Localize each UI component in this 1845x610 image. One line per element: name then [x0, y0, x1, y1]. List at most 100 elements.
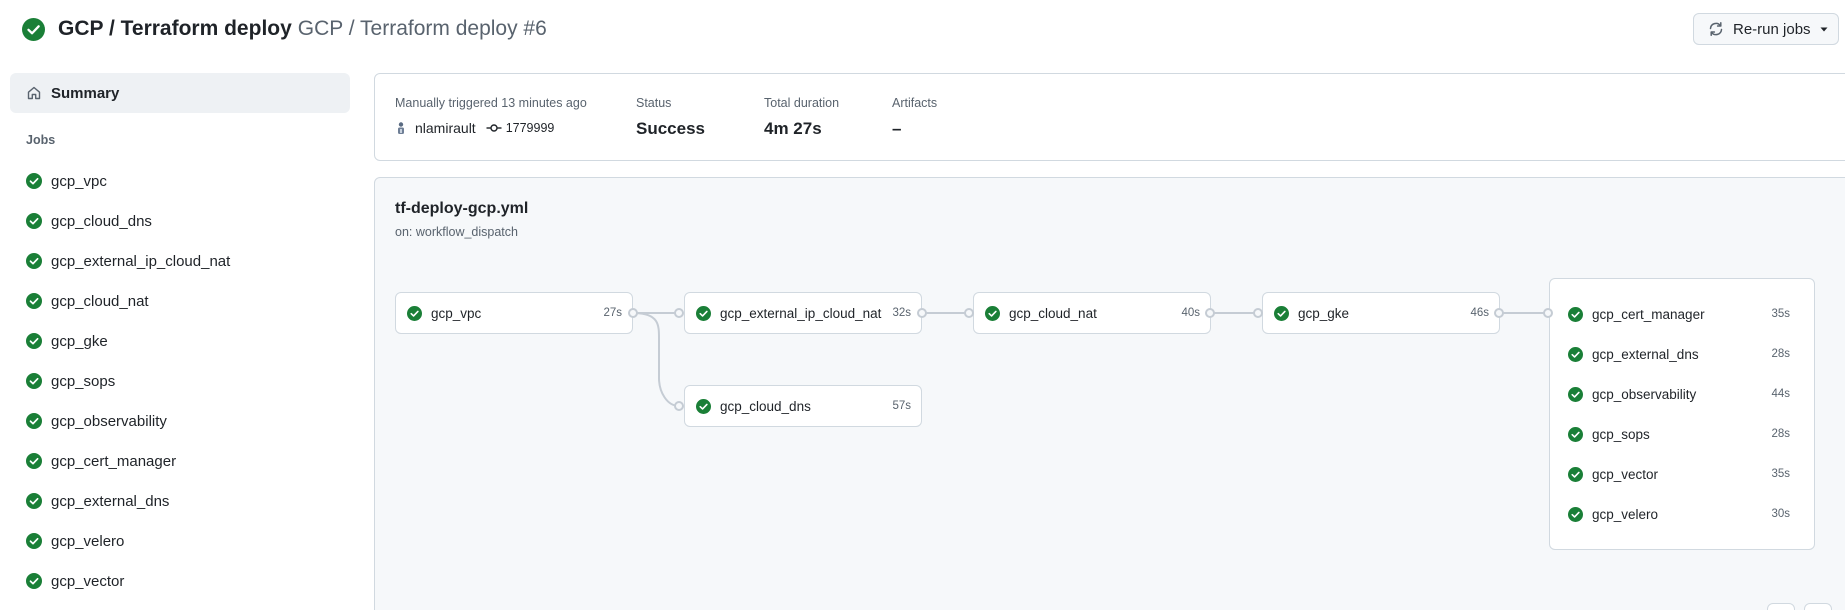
run-title: GCP / Terraform deploy #6	[297, 17, 547, 40]
job-duration: 27s	[603, 307, 622, 319]
job-node-gcp-velero[interactable]: gcp_velero 30s	[1568, 500, 1798, 528]
job-node-gcp-observability[interactable]: gcp_observability 44s	[1568, 380, 1798, 408]
sidebar-item-label: gcp_vpc	[51, 172, 107, 190]
status-value: Success	[636, 119, 705, 138]
check-circle-fill-icon	[1274, 305, 1289, 321]
job-node-gcp-vpc[interactable]: gcp_vpc 27s	[395, 292, 633, 334]
job-duration: 44s	[1771, 388, 1790, 400]
commit-link[interactable]: 1779999	[506, 121, 555, 135]
sidebar-item-gcp-cloud-dns[interactable]: gcp_cloud_dns	[10, 204, 350, 238]
sidebar-item-label: gcp_sops	[51, 372, 116, 390]
check-circle-fill-icon	[26, 213, 42, 229]
check-circle-fill-icon	[696, 398, 711, 414]
connector-port	[1494, 308, 1504, 318]
job-node-gcp-external-dns[interactable]: gcp_external_dns 28s	[1568, 340, 1798, 368]
git-commit-icon	[486, 124, 502, 132]
sidebar-item-gcp-velero[interactable]: gcp_velero	[10, 524, 350, 558]
sidebar-item-label: Summary	[51, 84, 120, 102]
check-circle-fill-icon	[26, 453, 42, 469]
trigger-details: nlamirault 1779999	[395, 120, 554, 136]
job-group-matrix: gcp_cert_manager 35s gcp_external_dns 28s gc…	[1549, 278, 1815, 550]
artifacts-label: Artifacts	[892, 96, 938, 110]
job-node-label: gcp_cloud_dns	[720, 398, 811, 414]
sidebar-item-label: gcp_cloud_dns	[51, 212, 152, 230]
actor-link[interactable]: nlamirault	[415, 120, 476, 136]
job-node-label: gcp_gke	[1298, 305, 1350, 321]
job-node-label: gcp_external_ip_cloud_nat	[720, 305, 882, 321]
job-duration: 32s	[892, 307, 911, 319]
sidebar-item-label: gcp_external_dns	[51, 492, 170, 510]
check-circle-fill-icon	[1568, 346, 1583, 362]
trigger-label: Manually triggered 13 minutes ago	[395, 96, 587, 110]
job-node-gcp-vector[interactable]: gcp_vector 35s	[1568, 460, 1798, 488]
sidebar-item-label: gcp_cloud_nat	[51, 292, 149, 310]
sidebar-item-gcp-vector[interactable]: gcp_vector	[10, 564, 350, 598]
check-circle-fill-icon	[985, 305, 1000, 321]
check-circle-fill-icon	[1568, 466, 1583, 482]
artifacts-value: –	[892, 119, 902, 138]
job-duration: 28s	[1771, 428, 1790, 440]
connector-port	[674, 401, 684, 411]
sidebar: Summary Jobs gcp_vpc gcp_cloud_dns gcp_ext…	[0, 58, 360, 610]
check-circle-fill-icon	[1568, 426, 1583, 442]
check-circle-fill-icon	[696, 305, 711, 321]
check-circle-fill-icon	[26, 533, 42, 549]
duration-label: Total duration	[764, 96, 840, 110]
check-circle-fill-icon	[22, 18, 45, 41]
job-node-gcp-cloud-nat[interactable]: gcp_cloud_nat 40s	[973, 292, 1211, 334]
rerun-jobs-label: Re-run jobs	[1733, 20, 1811, 38]
connector-port	[964, 308, 974, 318]
avatar[interactable]	[395, 121, 407, 135]
sidebar-item-label: gcp_vector	[51, 572, 125, 590]
job-node-label: gcp_external_dns	[1592, 346, 1699, 362]
duration-value: 4m 27s	[764, 119, 822, 138]
job-duration: 28s	[1771, 348, 1790, 360]
job-node-gcp-cert-manager[interactable]: gcp_cert_manager 35s	[1568, 300, 1798, 328]
check-circle-fill-icon	[26, 333, 42, 349]
check-circle-fill-icon	[26, 293, 42, 309]
job-duration: 40s	[1181, 307, 1200, 319]
job-node-gcp-cloud-dns[interactable]: gcp_cloud_dns 57s	[684, 385, 922, 427]
sidebar-item-gcp-vpc[interactable]: gcp_vpc	[10, 164, 350, 198]
rerun-jobs-button[interactable]: Re-run jobs	[1693, 13, 1839, 45]
triangle-down-icon	[1820, 27, 1828, 32]
sidebar-item-gcp-gke[interactable]: gcp_gke	[10, 324, 350, 358]
check-circle-fill-icon	[1568, 306, 1583, 322]
zoom-in-button[interactable]	[1804, 603, 1832, 610]
sidebar-item-summary[interactable]: Summary	[10, 73, 350, 113]
status-label: Status	[636, 96, 672, 110]
sidebar-item-label: gcp_observability	[51, 412, 167, 430]
sidebar-item-gcp-external-ip-cloud-nat[interactable]: gcp_external_ip_cloud_nat	[10, 244, 350, 278]
job-node-gcp-sops[interactable]: gcp_sops 28s	[1568, 420, 1798, 448]
sidebar-item-label: gcp_cert_manager	[51, 452, 177, 470]
check-circle-fill-icon	[26, 373, 42, 389]
job-node-label: gcp_sops	[1592, 426, 1650, 442]
check-circle-fill-icon	[26, 253, 42, 269]
connector-port	[1253, 308, 1263, 318]
sidebar-item-gcp-cloud-nat[interactable]: gcp_cloud_nat	[10, 284, 350, 318]
workflow-name-link[interactable]: GCP / Terraform deploy	[58, 17, 292, 40]
job-node-label: gcp_observability	[1592, 386, 1697, 402]
sidebar-item-gcp-observability[interactable]: gcp_observability	[10, 404, 350, 438]
sidebar-item-gcp-cert-manager[interactable]: gcp_cert_manager	[10, 444, 350, 478]
sidebar-item-gcp-sops[interactable]: gcp_sops	[10, 364, 350, 398]
zoom-out-button[interactable]	[1767, 603, 1795, 610]
sidebar-item-label: gcp_gke	[51, 332, 108, 350]
workflow-graph: tf-deploy-gcp.yml on: workflow_dispatch …	[374, 177, 1845, 610]
job-node-label: gcp_cert_manager	[1592, 306, 1705, 322]
job-duration: 35s	[1771, 308, 1790, 320]
check-circle-fill-icon	[1568, 386, 1583, 402]
job-node-label: gcp_vector	[1592, 466, 1659, 482]
job-node-label: gcp_cloud_nat	[1009, 305, 1097, 321]
check-circle-fill-icon	[26, 173, 42, 189]
job-node-gcp-external-ip-cloud-nat[interactable]: gcp_external_ip_cloud_nat 32s	[684, 292, 922, 334]
jobs-heading: Jobs	[26, 133, 56, 147]
job-node-label: gcp_vpc	[431, 305, 482, 321]
connector-port	[1543, 308, 1553, 318]
job-node-gcp-gke[interactable]: gcp_gke 46s	[1262, 292, 1500, 334]
sidebar-item-gcp-external-dns[interactable]: gcp_external_dns	[10, 484, 350, 518]
job-duration: 35s	[1771, 468, 1790, 480]
sync-icon	[1709, 22, 1723, 36]
connector-port	[1205, 308, 1215, 318]
connector-port	[628, 308, 638, 318]
